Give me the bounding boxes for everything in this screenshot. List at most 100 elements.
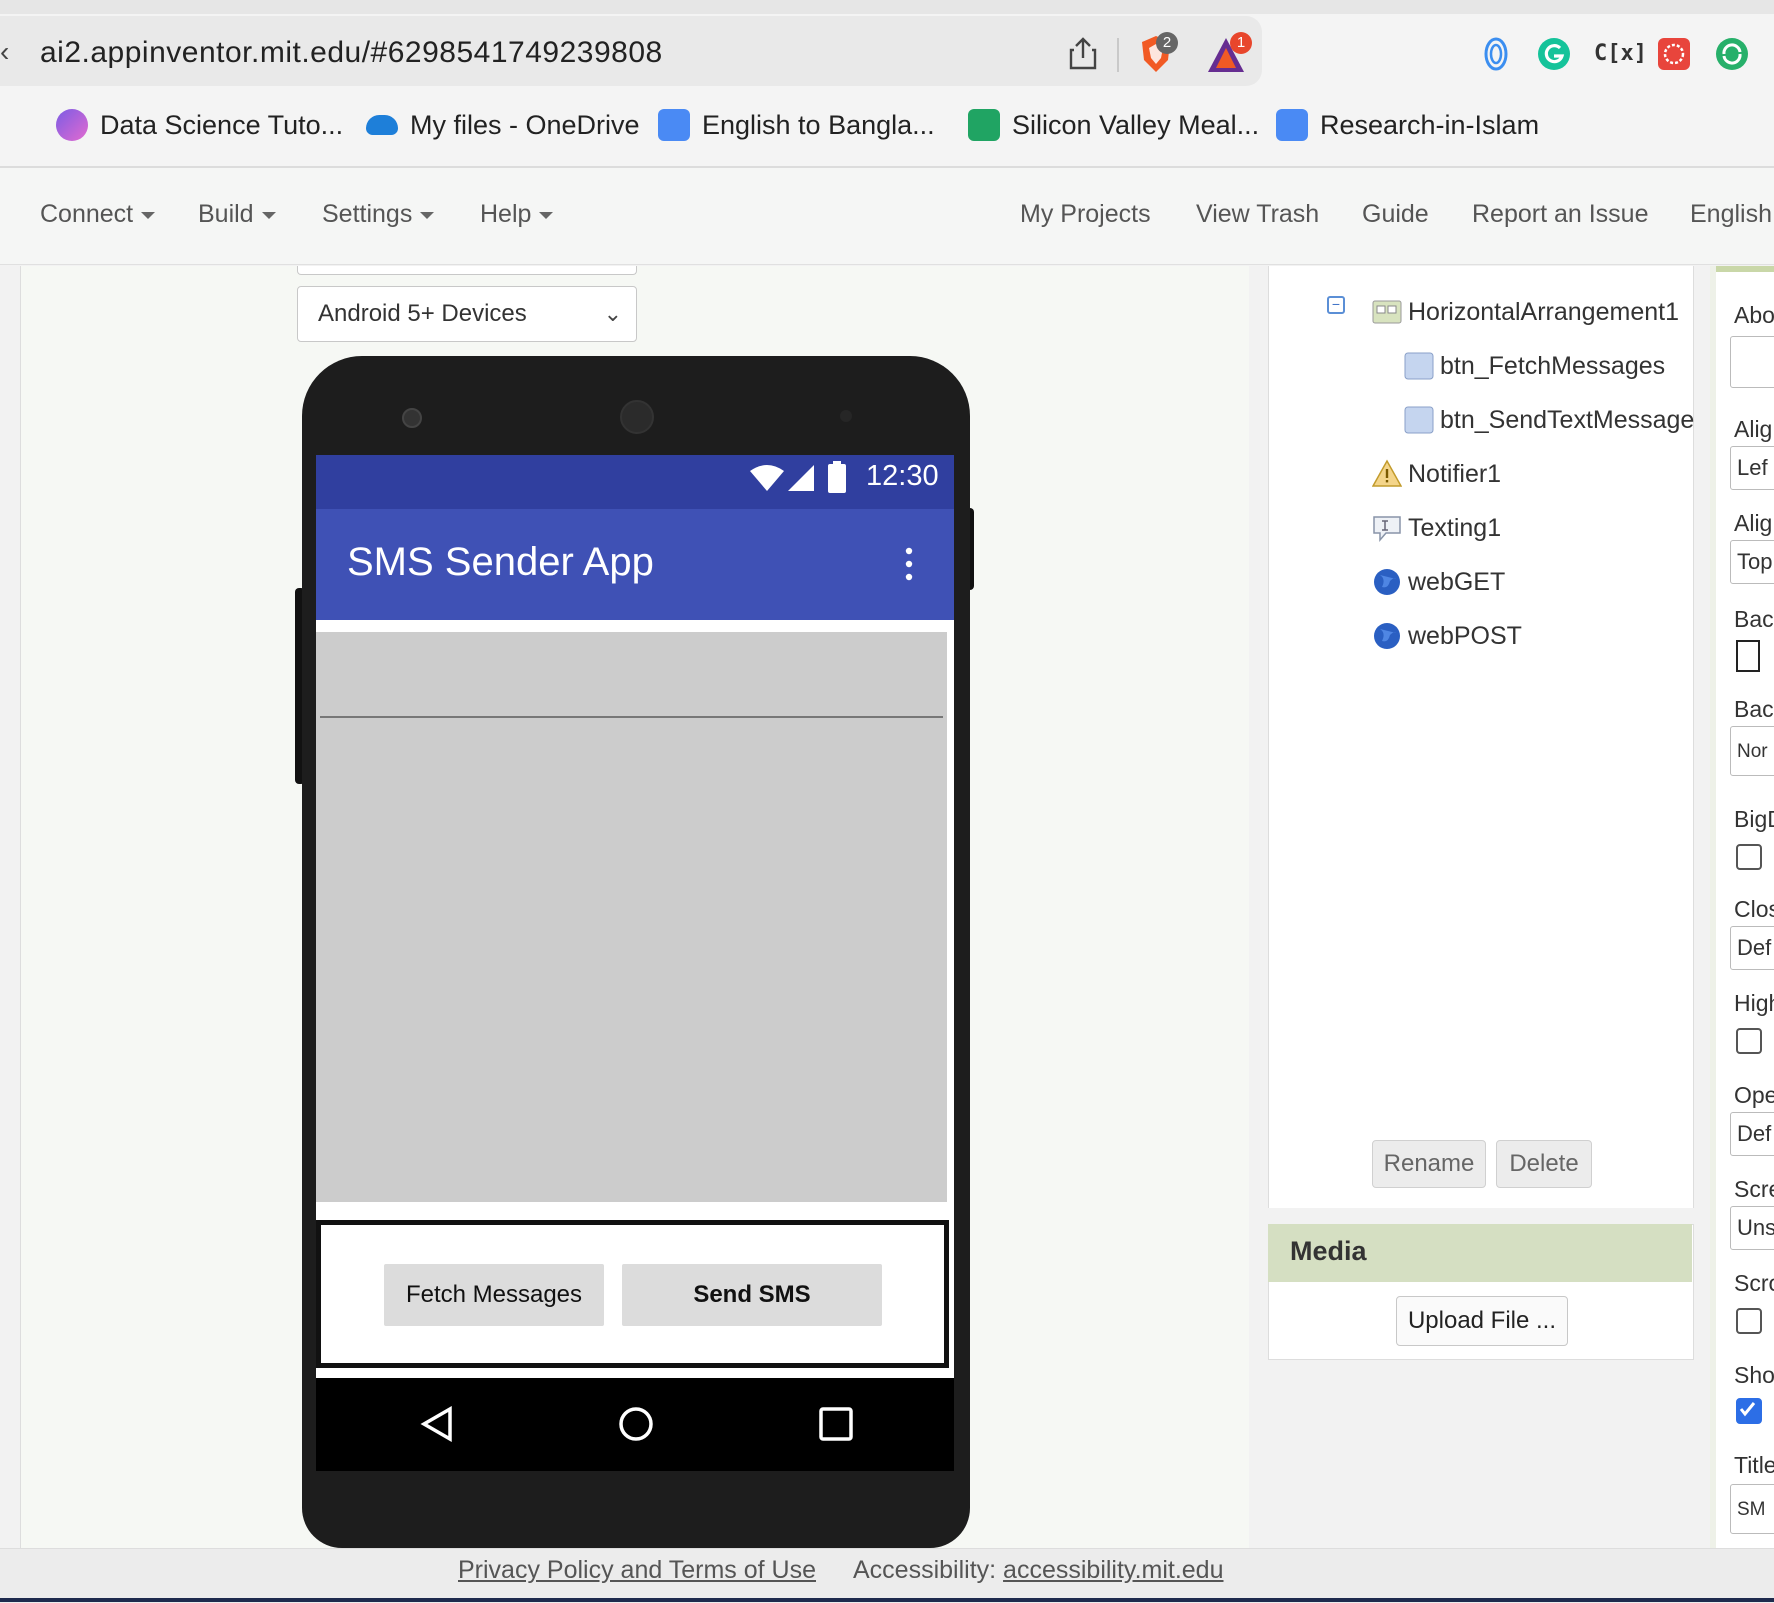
prop-high-contrast-checkbox[interactable] [1736,1028,1762,1054]
signal-icon [788,465,814,491]
url-text[interactable]: ai2.appinventor.mit.edu/#629854174923980… [40,36,663,70]
checkmark-icon [1739,1402,1756,1417]
send-sms-button[interactable]: Send SMS [622,1264,882,1326]
back-arrow-icon[interactable]: ‹ [0,36,9,68]
prop-label-align-horizontal: Alig [1734,416,1773,442]
prop-label-background-color: Bac [1734,606,1774,632]
screen-bottom-gap [316,1368,954,1376]
menu-build[interactable]: Build [198,200,276,229]
prop-big-default-text-checkbox[interactable] [1736,844,1762,870]
chevron-down-icon: ⌄ [603,301,622,326]
prop-show-checkbox-checked[interactable] [1736,1398,1762,1424]
bookmark-translate[interactable]: English to Bangla... [658,108,935,142]
menu-language[interactable]: English [1690,200,1772,229]
delete-button[interactable]: Delete [1496,1140,1592,1188]
battery-icon [828,461,846,493]
brave-rewards-count-badge: 1 [1230,32,1252,54]
device-type-select[interactable]: Android 5+ Devices ⌄ [297,286,637,342]
accessibility-link[interactable]: accessibility.mit.edu [1003,1556,1223,1584]
menu-report-issue[interactable]: Report an Issue [1472,200,1649,229]
prop-open-animation-select[interactable]: Def [1730,1112,1774,1156]
grammarly-icon[interactable] [1536,36,1572,72]
clock-extension-icon[interactable] [1656,36,1692,72]
prop-label-big-default-text: BigD [1734,806,1774,832]
bookmark-silicon-valley[interactable]: Silicon Valley Meal... [968,108,1259,142]
menu-settings[interactable]: Settings [322,200,435,229]
prop-label-screen-orientation: Scre [1734,1176,1774,1202]
prop-label-background-image: Bac [1734,696,1774,722]
tree-item-notifier1[interactable]: Notifier1 [1372,454,1501,494]
prop-label-align-vertical: Alig [1734,510,1773,536]
nav-home-icon [619,1407,653,1441]
menu-guide[interactable]: Guide [1362,200,1429,229]
menu-view-trash[interactable]: View Trash [1196,200,1319,229]
google-docs-icon [1276,109,1308,141]
button-icon [1404,352,1434,380]
prop-label-title: Title [1734,1452,1774,1478]
app-title: SMS Sender App [347,540,654,584]
prop-background-color-swatch[interactable] [1736,640,1760,672]
onedrive-cloud-icon [366,115,398,135]
google-translate-icon [658,109,690,141]
upload-file-button[interactable]: Upload File ... [1396,1296,1568,1346]
tree-item-texting1[interactable]: Texting1 [1372,508,1501,548]
media-title: Media [1290,1236,1367,1266]
phone-status-bar [316,455,954,509]
globe-icon [1374,623,1400,649]
bookmark-data-science[interactable]: Data Science Tuto... [56,108,343,142]
phone-camera [402,408,422,428]
divider [1117,38,1119,72]
tree-item-btn-fetchmessages[interactable]: btn_FetchMessages [1404,346,1665,386]
rename-button[interactable]: Rename [1372,1140,1486,1188]
caret-down-icon [539,211,554,219]
texting-icon [1373,516,1401,543]
brave-shield-count-badge: 2 [1156,32,1178,54]
nav-back-icon [420,1406,452,1442]
collapse-minus-icon[interactable]: − [1327,296,1345,314]
caret-down-icon [420,211,435,219]
window-top-strip [0,0,1774,15]
overflow-menu-icon[interactable] [904,546,914,582]
warning-icon [1372,459,1402,487]
wifi-icon [750,465,784,491]
bookmark-onedrive[interactable]: My files - OneDrive [366,108,640,142]
prop-align-vertical-select[interactable]: Top [1730,540,1774,584]
prop-align-horizontal-select[interactable]: Lef [1730,446,1774,490]
fetch-messages-button[interactable]: Fetch Messages [384,1264,604,1326]
accessibility-note: Accessibility: accessibility.mit.edu [853,1556,1224,1584]
caret-down-icon [141,211,156,219]
privacy-policy-link[interactable]: Privacy Policy and Terms of Use [458,1556,816,1585]
google-sheets-icon [968,109,1000,141]
tree-item-btn-sendtextmessage[interactable]: btn_SendTextMessage [1404,400,1694,440]
tree-item-webget[interactable]: webGET [1372,562,1505,602]
bookmark-research-islam[interactable]: Research-in-Islam [1276,108,1539,142]
tree-item-horizontalarrangement1[interactable]: HorizontalArrangement1 [1372,292,1679,332]
variables-extension-icon[interactable]: C[x] [1594,36,1647,72]
status-time: 12:30 [866,460,939,492]
menu-help[interactable]: Help [480,200,554,229]
share-icon[interactable] [1068,36,1098,70]
prop-screen-orientation-select[interactable]: Uns [1730,1206,1774,1250]
size-select-edge[interactable] [297,266,637,275]
button-icon [1404,406,1434,434]
list-divider [320,716,943,718]
tree-item-webpost[interactable]: webPOST [1372,616,1522,656]
prop-close-animation-select[interactable]: Def [1730,926,1774,970]
prop-background-image-field[interactable]: Nor [1730,726,1774,776]
prop-label-close-animation: Clos [1734,896,1774,922]
prop-scrollable-checkbox[interactable] [1736,1308,1762,1334]
menu-connect[interactable]: Connect [40,200,156,229]
prop-label-about: Abo [1734,302,1774,328]
prop-title-field[interactable]: SM [1730,1484,1774,1534]
globe-icon [1374,569,1400,595]
prop-label-scrollable: Scro [1734,1270,1774,1296]
arrangement-icon [1372,300,1402,324]
phone-speaker [620,400,654,434]
gradient-logo-icon [56,109,88,141]
bottom-edge [0,1598,1774,1602]
refresh-extension-icon[interactable] [1714,36,1750,72]
menu-my-projects[interactable]: My Projects [1020,200,1151,229]
fingerprint-extension-icon[interactable] [1478,36,1514,72]
prop-label-show-listview-filter: Sho [1734,1362,1774,1388]
prop-about-field[interactable] [1730,336,1774,388]
